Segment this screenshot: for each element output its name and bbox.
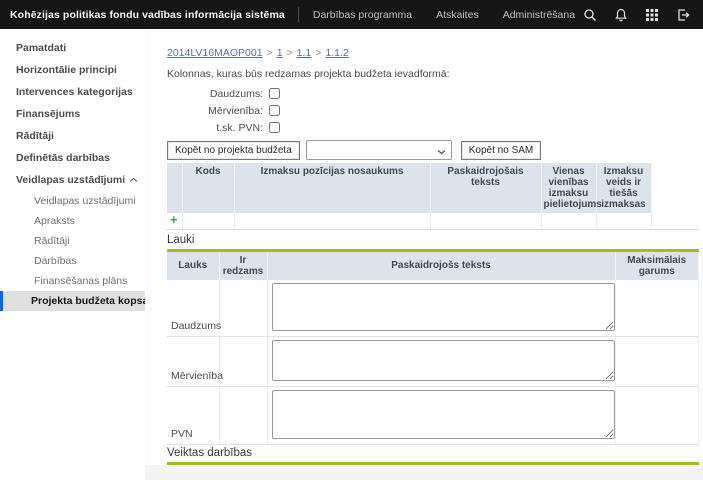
- topbar-icons: [582, 7, 693, 23]
- lauki-col-ir-redzams: Ir redzams: [219, 252, 267, 280]
- budget-col-kods: Kods: [182, 163, 234, 213]
- lauki-table: Lauks Ir redzams Paskaidrojošs teksts Ma…: [167, 252, 699, 445]
- sidebar-item-intervences-kategorijas[interactable]: Intervences kategorijas: [0, 81, 145, 103]
- footer-action-bar: Dzēst visu Saglabāt Saglabāt un atgriezt…: [145, 465, 703, 480]
- section-heading-lauki: Lauki: [167, 234, 699, 252]
- lauki-row-label: PVN: [167, 386, 219, 444]
- budget-col-cost-type-direct: Izmaksu veids ir tiešās izmaksas: [596, 163, 651, 213]
- copy-toolbar: Kopēt no projekta budžeta Kopēt no SAM: [167, 140, 699, 160]
- lauki-text-cell: [267, 280, 615, 337]
- sidebar-subitem-raditaji[interactable]: Rādītāji: [0, 231, 145, 251]
- breadcrumb: 2014LV16MAOP001>1>1.1>1.1.2: [167, 47, 699, 59]
- lauki-maxlength-cell: [615, 336, 699, 386]
- top-bar: Kohēzijas politikas fondu vadības inform…: [0, 0, 703, 29]
- breadcrumb-link-1-1[interactable]: 1.1: [297, 47, 312, 59]
- breadcrumb-link-1[interactable]: 1: [277, 47, 283, 59]
- budget-col-position-name: Izmaksu pozīcijas nosaukums: [234, 163, 430, 213]
- lauki-table-header-row: Lauks Ir redzams Paskaidrojošs teksts Ma…: [167, 252, 699, 280]
- checkbox-tsk-pvn[interactable]: [269, 122, 280, 133]
- sidebar-item-raditaji[interactable]: Rādītāji: [0, 125, 145, 147]
- menu-darbibas-programma[interactable]: Darbības programma: [313, 9, 412, 21]
- breadcrumb-separator: >: [267, 47, 273, 59]
- copy-from-project-budget-button[interactable]: Kopēt no projekta budžeta: [167, 141, 300, 160]
- checkbox-row-mervieniba: Mērvienība:: [167, 102, 699, 119]
- budget-col-empty: [167, 163, 182, 213]
- column-checkbox-group: Daudzums: Mērvienība: t.sk. PVN:: [167, 85, 699, 136]
- logout-icon[interactable]: [675, 7, 691, 23]
- sidebar-item-pamatdati[interactable]: Pamatdati: [0, 37, 145, 59]
- menu-administresana[interactable]: Administrēšana: [503, 9, 575, 21]
- sidebar-subitem-projekta-budzeta-kopsavilkums[interactable]: Projekta budžeta kopsavilkums: [0, 291, 145, 311]
- section-heading-veiktas-darbibas: Veiktas darbības: [167, 447, 699, 465]
- lauki-row-label: Daudzums: [167, 280, 219, 337]
- sidebar-subitem-apraksts[interactable]: Apraksts: [0, 211, 145, 231]
- sidebar-subitem-veidlapas-uzstadijumi[interactable]: Veidlapas uzstādījumi: [0, 191, 145, 211]
- lauki-col-maksimalais-garums: Maksimālais garums: [615, 252, 699, 280]
- checkbox-daudzums[interactable]: [269, 88, 280, 99]
- chevron-down-icon: [437, 146, 446, 158]
- checkbox-label-mervieniba: Mērvienība:: [167, 105, 263, 117]
- checkbox-label-daudzums: Daudzums:: [167, 88, 263, 100]
- add-row-cell: +: [167, 213, 182, 229]
- budget-table-header-row: Kods Izmaksu pozīcijas nosaukums Paskaid…: [167, 163, 699, 213]
- checkbox-label-tsk-pvn: t.sk. PVN:: [167, 122, 263, 134]
- lauki-row-mervieniba: Mērvienība: [167, 336, 699, 386]
- budget-col-filler: [651, 163, 699, 213]
- app-root: Kohēzijas politikas fondu vadības inform…: [0, 0, 703, 480]
- budget-positions-table: Kods Izmaksu pozīcijas nosaukums Paskaid…: [167, 163, 699, 230]
- app-title: Kohēzijas politikas fondu vadības inform…: [10, 9, 285, 21]
- pvn-explanatory-textarea[interactable]: [272, 390, 615, 439]
- chevron-up-icon: [129, 174, 138, 186]
- copy-source-select[interactable]: [306, 140, 452, 160]
- checkbox-row-daudzums: Daudzums:: [167, 85, 699, 102]
- sidebar-item-horizontalie-principi[interactable]: Horizontālie principi: [0, 59, 145, 81]
- lauki-visible-cell: [219, 280, 267, 337]
- lauki-maxlength-cell: [615, 386, 699, 444]
- breadcrumb-separator: >: [315, 47, 321, 59]
- checkbox-mervieniba[interactable]: [269, 105, 280, 116]
- breadcrumb-link-programme[interactable]: 2014LV16MAOP001: [167, 47, 263, 59]
- bell-icon[interactable]: [613, 7, 629, 23]
- budget-table-add-row: +: [167, 213, 699, 229]
- lauki-row-label: Mērvienība: [167, 336, 219, 386]
- columns-visibility-intro: Kolonnas, kuras būs redzamas projekta bu…: [167, 68, 699, 80]
- budget-col-explanatory-text: Paskaidrojošais teksts: [430, 163, 541, 213]
- sidebar-item-veidlapas-uzstadijumi[interactable]: Veidlapas uzstādījumi: [0, 169, 145, 191]
- add-row-icon[interactable]: +: [170, 212, 178, 227]
- menu-atskaites[interactable]: Atskaites: [436, 9, 479, 21]
- main-content: 2014LV16MAOP001>1>1.1>1.1.2 Kolonnas, ku…: [145, 29, 703, 480]
- shell: Pamatdati Horizontālie principi Interven…: [0, 29, 703, 480]
- budget-col-unit-cost-usage: Vienas vienības izmaksu pielietojums: [541, 163, 596, 213]
- sidebar-subitem-darbibas[interactable]: Darbības: [0, 251, 145, 271]
- apps-grid-icon[interactable]: [644, 7, 660, 23]
- lauki-visible-cell: [219, 336, 267, 386]
- topbar-divider: [298, 7, 299, 22]
- daudzums-explanatory-textarea[interactable]: [272, 283, 615, 331]
- breadcrumb-separator: >: [287, 47, 293, 59]
- lauki-col-lauks: Lauks: [167, 252, 219, 280]
- top-menu: Darbības programma Atskaites Administrēš…: [313, 9, 575, 21]
- sidebar-item-finansejums[interactable]: Finansējums: [0, 103, 145, 125]
- sidebar-subitem-finansesanas-plans[interactable]: Finansēšanas plāns: [0, 271, 145, 291]
- sidebar: Pamatdati Horizontālie principi Interven…: [0, 29, 145, 480]
- checkbox-row-tsk-pvn: t.sk. PVN:: [167, 119, 699, 136]
- lauki-visible-cell: [219, 386, 267, 444]
- search-icon[interactable]: [582, 7, 598, 23]
- lauki-maxlength-cell: [615, 280, 699, 337]
- breadcrumb-link-1-1-2[interactable]: 1.1.2: [325, 47, 348, 59]
- copy-from-sam-button[interactable]: Kopēt no SAM: [461, 141, 541, 160]
- lauki-row-daudzums: Daudzums: [167, 280, 699, 337]
- mervieniba-explanatory-textarea[interactable]: [272, 340, 615, 381]
- lauki-col-paskaidrojoss-teksts: Paskaidrojošs teksts: [267, 252, 615, 280]
- lauki-row-pvn: PVN: [167, 386, 699, 444]
- lauki-text-cell: [267, 386, 615, 444]
- lauki-text-cell: [267, 336, 615, 386]
- sidebar-item-definetas-darbibas[interactable]: Definētās darbības: [0, 147, 145, 169]
